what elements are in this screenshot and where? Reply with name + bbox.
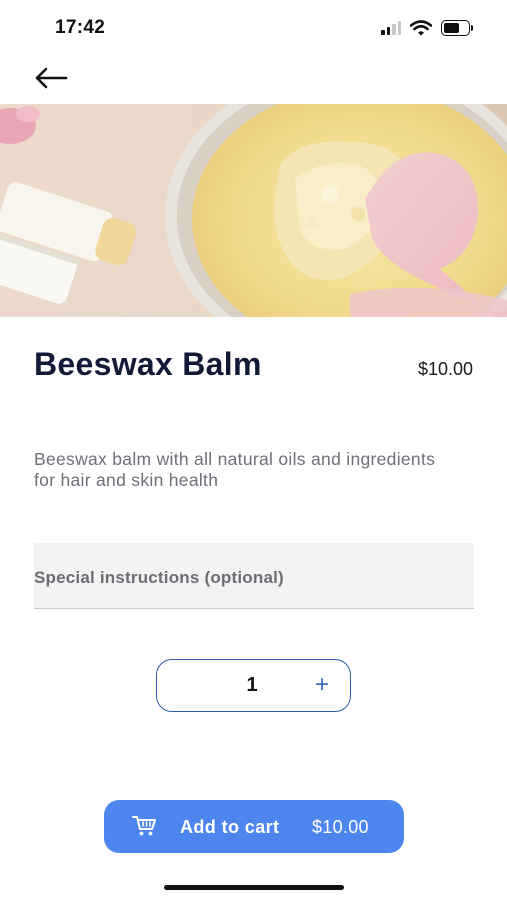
- battery-icon: [441, 20, 473, 36]
- cart-icon: [132, 816, 156, 836]
- quantity-stepper: 1 +: [156, 659, 351, 712]
- signal-icon: [381, 21, 401, 35]
- status-icons: [381, 19, 473, 37]
- special-instructions-placeholder: Special instructions (optional): [34, 568, 284, 587]
- status-bar: 17:42: [0, 0, 507, 56]
- product-screen: 17:42 Beeswax Balm $10.00 Beeswax balm w…: [0, 0, 507, 900]
- product-price: $10.00: [417, 359, 473, 379]
- product-title: Beeswax Balm: [34, 346, 262, 382]
- home-indicator: [164, 885, 344, 890]
- special-instructions-input[interactable]: Special instructions (optional): [34, 543, 474, 609]
- add-to-cart-label: Add to cart: [180, 817, 280, 837]
- add-to-cart-button[interactable]: Add to cart $10.00: [104, 800, 404, 853]
- product-description: Beeswax balm with all natural oils and i…: [34, 449, 436, 490]
- wifi-icon: [410, 20, 432, 36]
- increment-button[interactable]: +: [308, 669, 336, 701]
- add-to-cart-price: $10.00: [312, 817, 369, 837]
- back-button[interactable]: [34, 62, 74, 94]
- product-image: [0, 104, 507, 317]
- status-time: 17:42: [55, 17, 106, 38]
- arrow-left-icon: [35, 67, 68, 89]
